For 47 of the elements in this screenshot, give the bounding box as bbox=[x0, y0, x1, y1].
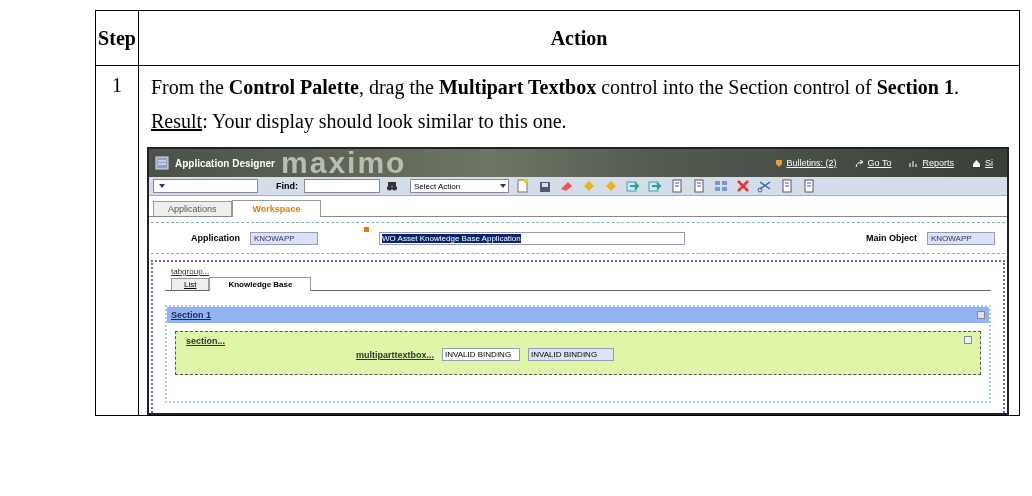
document-icon[interactable] bbox=[515, 178, 531, 194]
section-link[interactable]: section... bbox=[186, 336, 225, 346]
shield-icon bbox=[774, 158, 783, 168]
home-icon bbox=[972, 158, 981, 168]
field-label: Application bbox=[191, 233, 240, 243]
find-field[interactable] bbox=[304, 179, 380, 193]
header-link[interactable]: Reports bbox=[922, 158, 954, 168]
page-icon[interactable] bbox=[801, 178, 817, 194]
step-number: 1 bbox=[112, 74, 122, 96]
field-label: Main Object bbox=[866, 233, 917, 243]
header-link[interactable]: Bulletins: (2) bbox=[786, 158, 837, 168]
instruction-text: From the Control Palette, drag the Multipart Textbox control into the Section control of Section 1. bbox=[151, 75, 960, 100]
page-icon[interactable] bbox=[669, 178, 685, 194]
main-object-field[interactable]: KNOWAPP bbox=[927, 231, 995, 245]
tab[interactable]: Knowledge Base bbox=[209, 277, 312, 291]
page-icon[interactable] bbox=[691, 178, 707, 194]
section-title[interactable]: Section 1 bbox=[171, 310, 211, 320]
result-text: Result: Your display should look similar to this one. bbox=[151, 110, 568, 133]
arrow-icon[interactable] bbox=[647, 178, 663, 194]
action-select[interactable]: Select Action bbox=[410, 179, 509, 193]
logo: maximo bbox=[281, 149, 407, 177]
tabgroup-link[interactable]: tabgroup... bbox=[171, 267, 210, 276]
curved-arrow-icon bbox=[854, 158, 864, 168]
find-label: Find: bbox=[276, 181, 298, 191]
app-icon bbox=[155, 156, 169, 170]
description-field[interactable]: WO Asset Knowledge Base Application bbox=[379, 231, 685, 245]
scissors-icon[interactable] bbox=[757, 178, 773, 194]
tab[interactable]: Applications bbox=[153, 201, 232, 216]
minimize-icon[interactable] bbox=[977, 311, 985, 319]
application-field[interactable]: KNOWAPP bbox=[250, 231, 318, 245]
bar-chart-icon bbox=[909, 158, 919, 168]
page-icon[interactable] bbox=[779, 178, 795, 194]
binoculars-icon[interactable] bbox=[386, 180, 398, 192]
grid-icon[interactable] bbox=[713, 178, 729, 194]
column-header: Action bbox=[138, 10, 1020, 66]
column-header: Step bbox=[95, 10, 139, 66]
app-dropdown[interactable] bbox=[153, 179, 258, 193]
window-title: Application Designer bbox=[175, 157, 275, 169]
arrow-icon[interactable] bbox=[625, 178, 641, 194]
minimize-icon[interactable] bbox=[964, 336, 972, 344]
binding-field[interactable]: INVALID BINDING bbox=[442, 348, 520, 361]
header-link[interactable]: Si bbox=[985, 158, 993, 168]
control-link[interactable]: multiparttextbox... bbox=[356, 349, 434, 360]
x-icon[interactable] bbox=[735, 178, 751, 194]
header-link[interactable]: Go To bbox=[867, 158, 892, 168]
tab[interactable]: List bbox=[171, 278, 210, 290]
binding-field[interactable]: INVALID BINDING bbox=[528, 348, 614, 361]
